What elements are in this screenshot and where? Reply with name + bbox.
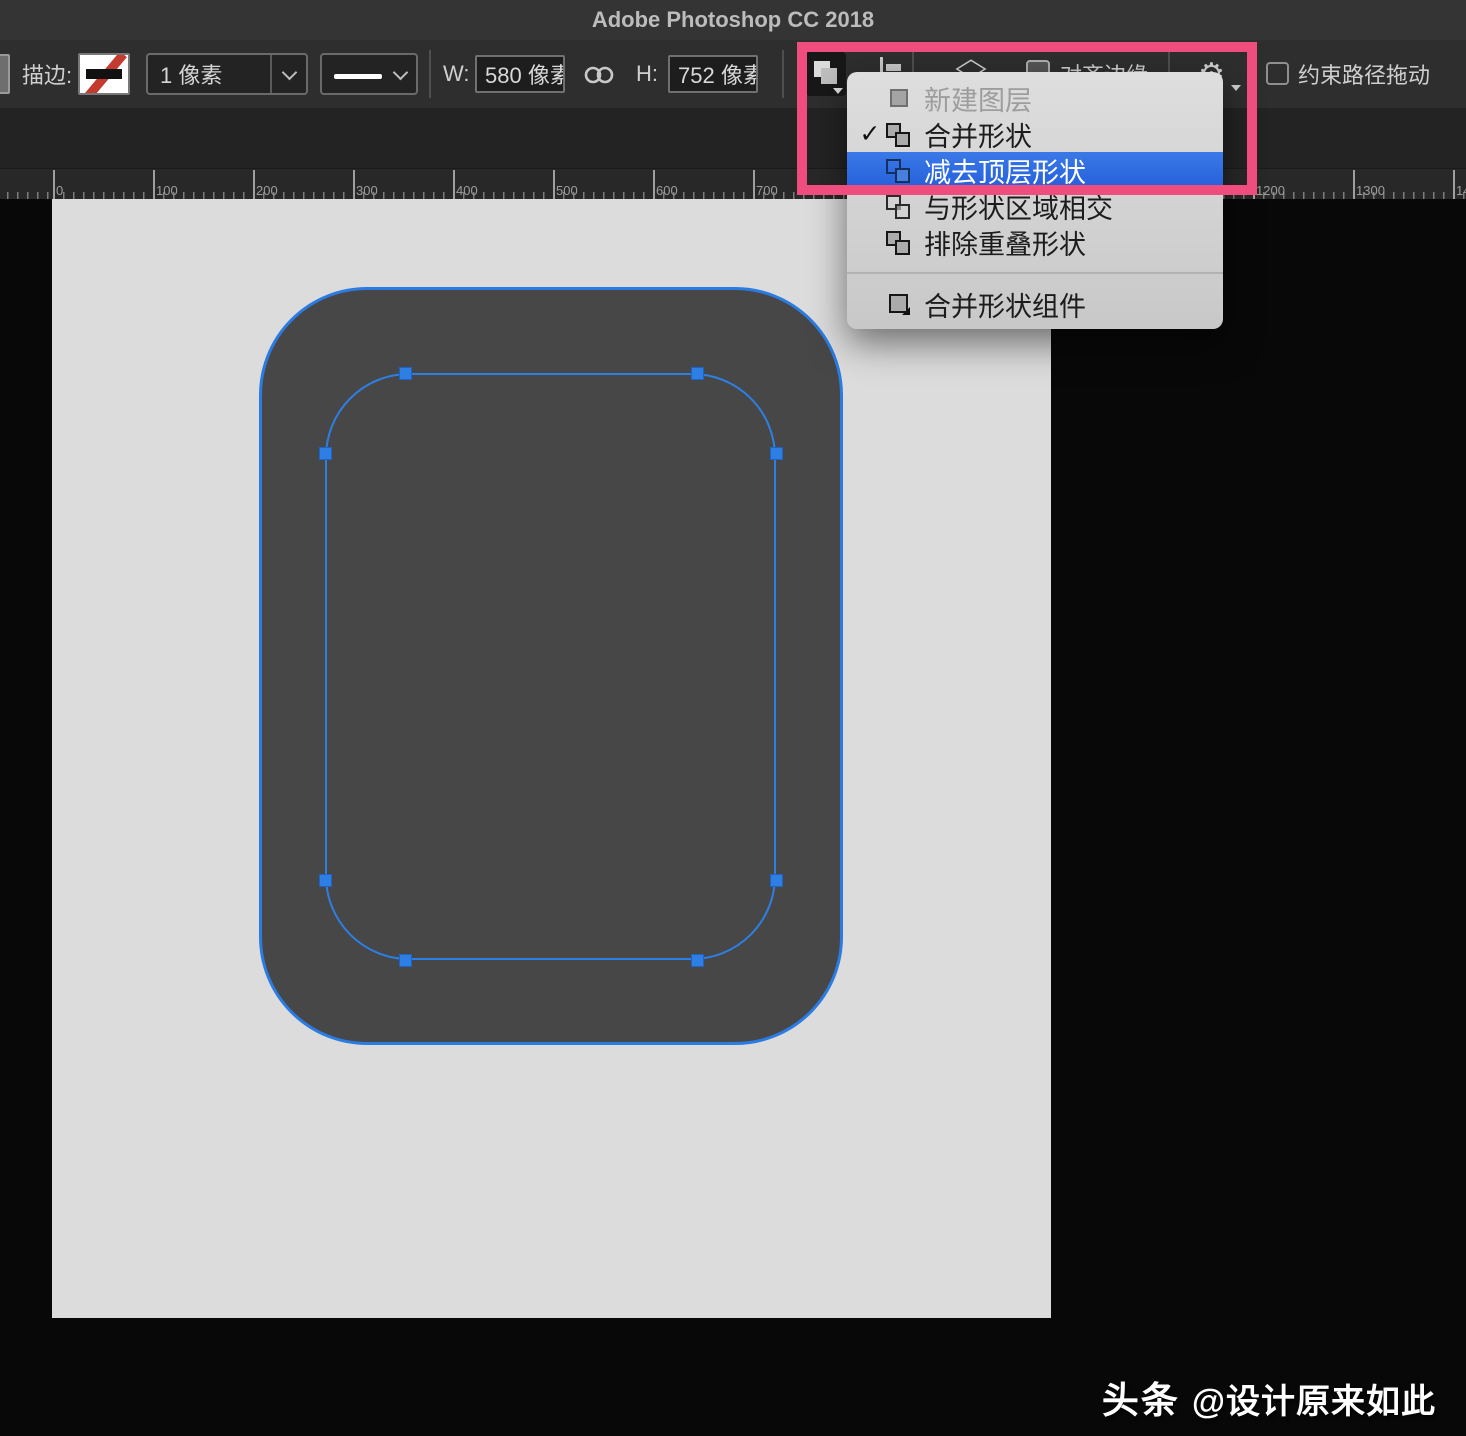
path-anchor-point[interactable] — [770, 447, 783, 460]
menu-item-intersect-shape-areas[interactable]: 与形状区域相交 — [847, 188, 1223, 224]
stroke-preview-bar — [86, 69, 122, 79]
title-bar: Adobe Photoshop CC 2018 — [0, 0, 1466, 41]
width-label: W: — [443, 40, 469, 108]
height-input[interactable]: 752 像素 — [668, 55, 758, 93]
path-operations-button[interactable] — [806, 52, 846, 96]
constrain-path-label: 约束路径拖动 — [1298, 40, 1430, 108]
inner-vector-path[interactable] — [325, 373, 776, 960]
width-value: 580 像素 — [485, 58, 565, 90]
ruler-label: 600 — [656, 183, 678, 198]
menu-item-label: 排除重叠形状 — [924, 223, 1086, 262]
menu-item-combine-shapes[interactable]: ✓ 合并形状 — [847, 116, 1223, 152]
link-dimensions-icon[interactable] — [580, 63, 618, 92]
new-layer-icon — [885, 85, 912, 112]
overlap-squares-icon — [821, 68, 837, 84]
menu-item-label: 合并形状 — [924, 115, 1032, 154]
ruler-label: 0 — [56, 183, 63, 198]
options-bar: 描边: 1 像素 W: 580 像素 H: 752 像素 — [0, 40, 1466, 108]
ruler-label: 1400 — [1456, 183, 1466, 198]
ruler-label: 100 — [156, 183, 178, 198]
ruler-label: 500 — [556, 183, 578, 198]
width-input[interactable]: 580 像素 — [475, 55, 565, 93]
watermark: 头条 @设计原来如此 — [1102, 1370, 1436, 1424]
toolbar-gap-strip — [0, 108, 1466, 168]
path-anchor-point[interactable] — [319, 874, 332, 887]
checkmark-icon: ✓ — [855, 119, 885, 149]
window-title: Adobe Photoshop CC 2018 — [592, 7, 874, 33]
separator — [429, 50, 431, 98]
path-anchor-point[interactable] — [319, 447, 332, 460]
chevron-down-icon — [393, 65, 409, 81]
menu-item-label: 与形状区域相交 — [924, 187, 1113, 226]
path-anchor-point[interactable] — [691, 954, 704, 967]
stroke-label: 描边: — [22, 40, 72, 108]
menu-item-label: 合并形状组件 — [924, 285, 1086, 324]
ruler-label: 700 — [756, 183, 778, 198]
stroke-type-dropdown[interactable] — [320, 53, 418, 95]
fill-swatch-partial[interactable] — [0, 54, 10, 94]
path-anchor-point[interactable] — [399, 367, 412, 380]
path-operations-menu: 新建图层 ✓ 合并形状减去顶层形状与形状区域相交排除重叠形状合并形状组件 — [847, 72, 1223, 329]
ruler-label: 1200 — [1256, 183, 1285, 198]
merge-shape-components-icon — [885, 291, 912, 318]
path-anchor-point[interactable] — [770, 874, 783, 887]
path-anchor-point[interactable] — [399, 954, 412, 967]
document-canvas[interactable] — [52, 198, 1051, 1318]
ruler-label: 300 — [356, 183, 378, 198]
watermark-handle: @设计原来如此 — [1192, 1374, 1436, 1423]
dropdown-arrow-zone[interactable] — [270, 55, 306, 93]
menu-item-exclude-overlapping-shapes[interactable]: 排除重叠形状 — [847, 224, 1223, 260]
stroke-width-dropdown[interactable]: 1 像素 — [146, 53, 308, 95]
watermark-brand: 头条 — [1102, 1370, 1180, 1424]
stroke-color-swatch[interactable] — [78, 53, 130, 95]
exclude-overlapping-shapes-icon — [885, 229, 912, 256]
constrain-path-checkbox[interactable] — [1266, 62, 1289, 85]
horizontal-ruler[interactable]: 0100200300400500600700800900100011001200… — [0, 168, 1466, 199]
menu-item-new-layer[interactable]: 新建图层 — [847, 80, 1223, 116]
height-label: H: — [636, 40, 658, 108]
ruler-label: 400 — [456, 183, 478, 198]
combine-shapes-icon — [885, 121, 912, 148]
workspace: 头条 @设计原来如此 — [0, 198, 1466, 1436]
solid-line-preview-icon — [334, 74, 382, 79]
chevron-down-icon — [281, 64, 297, 80]
menu-item-merge-shape-components[interactable]: 合并形状组件 — [847, 286, 1223, 322]
height-value: 752 像素 — [678, 58, 758, 90]
menu-item-label: 新建图层 — [924, 79, 1032, 118]
dropdown-triangle-icon — [1231, 85, 1241, 91]
menu-item-subtract-front-shape[interactable]: 减去顶层形状 — [847, 152, 1223, 188]
stroke-width-value: 1 像素 — [160, 58, 222, 90]
ruler-label: 1300 — [1356, 183, 1385, 198]
path-anchor-point[interactable] — [691, 367, 704, 380]
subtract-front-shape-icon — [885, 157, 912, 184]
intersect-shape-areas-icon — [885, 193, 912, 220]
dropdown-triangle-icon — [833, 88, 843, 94]
menu-item-label: 减去顶层形状 — [924, 151, 1086, 190]
menu-separator — [847, 272, 1223, 274]
ruler-label: 200 — [256, 183, 278, 198]
separator — [782, 50, 784, 98]
